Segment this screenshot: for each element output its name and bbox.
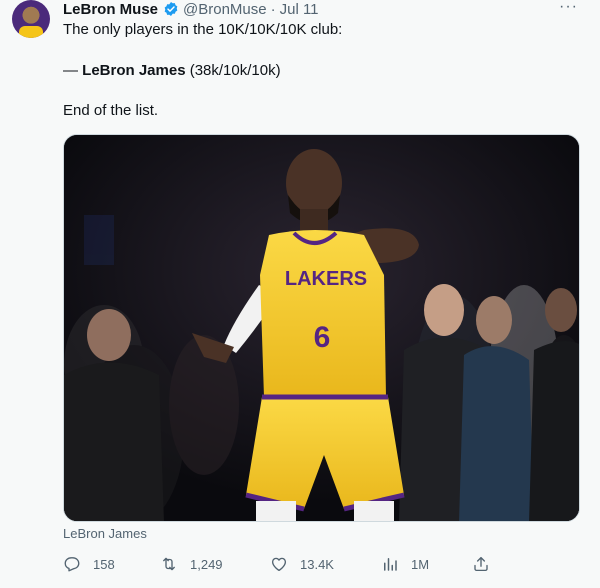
tweet-actions: 158 1,249 13.4K 1M [0,553,600,577]
header-separator: · [270,0,276,18]
verified-badge-icon [164,2,178,16]
jersey-number-text: 6 [314,321,331,354]
line2-prefix: — [63,62,83,79]
like-count: 13.4K [300,556,334,572]
reply-icon [64,557,80,572]
view-count: 1M [411,556,430,572]
reply-button[interactable]: 158 [63,553,115,575]
tweet-date[interactable]: Jul 11 [280,1,319,18]
retweet-button[interactable]: 1,249 [160,553,223,575]
views-chart-icon [384,558,397,571]
tweet-header: LeBron Muse @BronMuse · Jul 11 [63,0,319,18]
avatar-jersey [19,26,43,38]
player-photo: LAKERS 6 [64,135,579,521]
author-name[interactable]: LeBron Muse [63,1,158,18]
avatar[interactable] [12,0,50,38]
share-icon [474,556,488,572]
tweet-text-line2: — LeBron James (38k/10k/10k) [63,62,281,79]
retweet-count: 1,249 [190,556,223,572]
tweet-text-line3: End of the list. [63,102,159,119]
line2-stats: (38k/10k/10k) [185,62,281,79]
jersey-team-text: LAKERS [285,268,367,290]
media-caption: LeBron James [63,526,147,541]
line2-player-name: LeBron James [82,62,186,79]
author-handle[interactable]: @BronMuse [183,1,267,18]
like-button[interactable]: 13.4K [270,553,334,575]
retweet-icon [163,557,175,571]
heart-icon [271,557,287,572]
views-button[interactable]: 1M [381,553,429,575]
tweet-media-photo[interactable]: LAKERS 6 [63,134,580,522]
reply-count: 158 [93,556,115,572]
tweet[interactable]: LeBron Muse @BronMuse · Jul 11 ··· The o… [0,0,600,588]
tweet-text-line1: The only players in the 10K/10K/10K club… [63,21,343,38]
share-button[interactable] [472,553,502,575]
more-options-icon[interactable]: ··· [559,0,578,15]
